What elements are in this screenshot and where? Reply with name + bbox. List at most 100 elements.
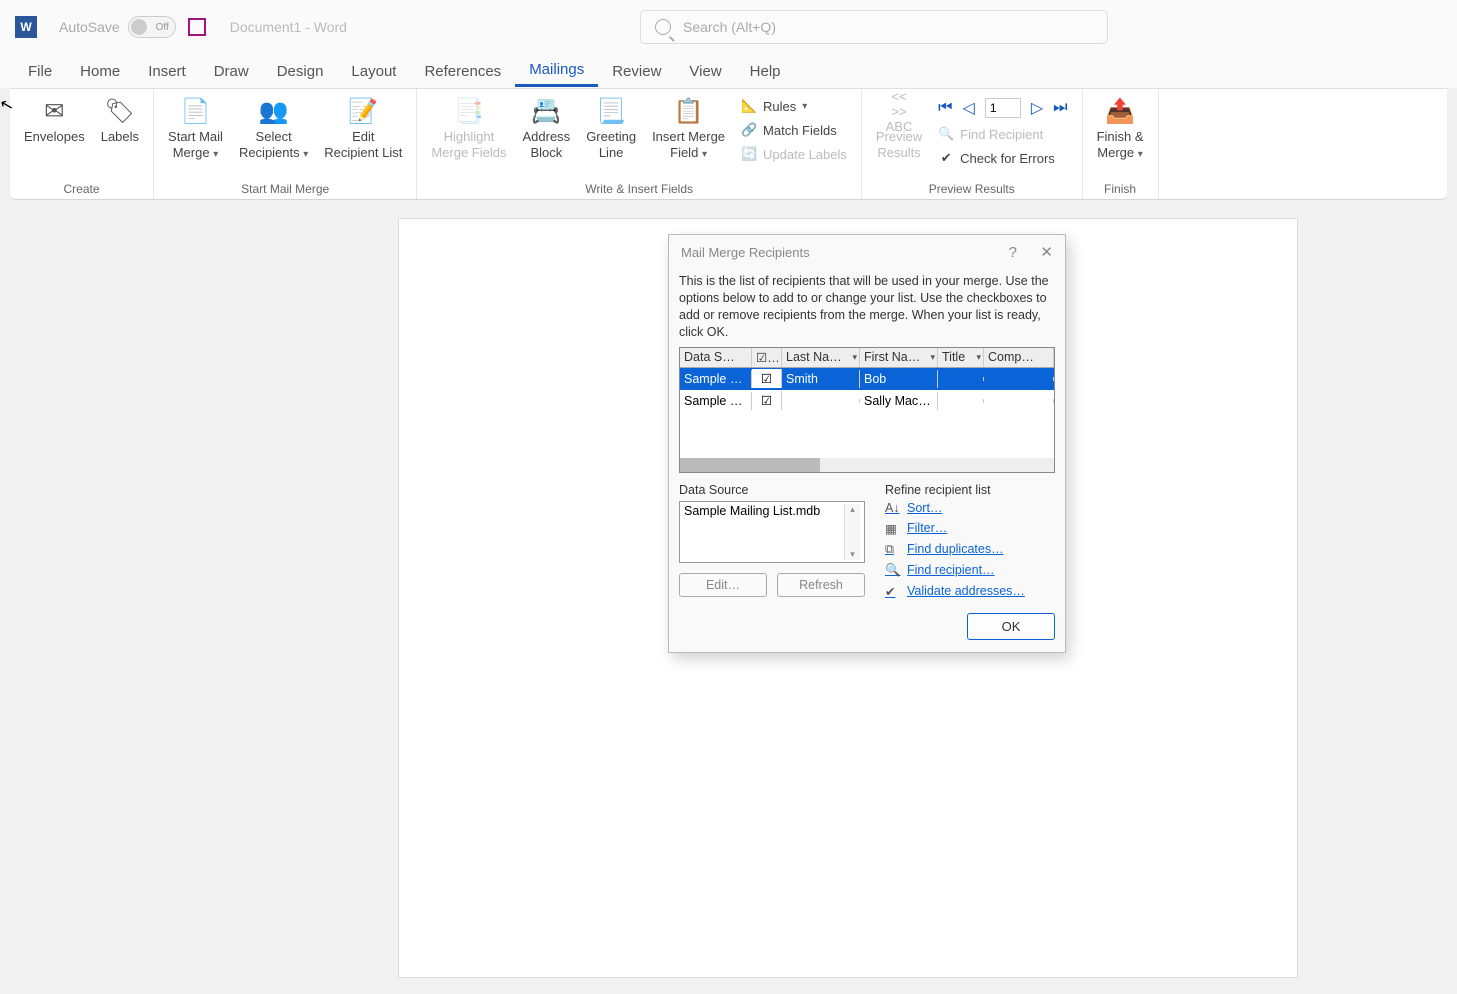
search-placeholder: Search (Alt+Q) — [683, 19, 776, 35]
address-block-button[interactable]: 📇 Address Block — [514, 93, 578, 164]
next-record-icon[interactable]: ▷ — [1031, 98, 1043, 118]
row-checkbox[interactable]: ☑ — [752, 391, 782, 410]
row-checkbox[interactable]: ☑ — [752, 369, 782, 388]
duplicates-icon: ⧉ — [885, 542, 901, 557]
col-last-name[interactable]: Last Name▾ — [782, 348, 860, 367]
data-source-label: Data Source — [679, 483, 865, 497]
chevron-down-icon[interactable]: ▾ — [976, 352, 981, 363]
group-start-mail-merge: 📄 Start Mail Merge ▾ 👥 Select Recipients… — [154, 89, 417, 199]
envelope-icon: ✉ — [38, 95, 70, 127]
dialog-close-icon[interactable]: ✕ — [1040, 243, 1053, 261]
edit-button[interactable]: Edit… — [679, 573, 767, 597]
filter-icon: ▦ — [885, 521, 901, 536]
table-row[interactable]: Sample … ☑ Smith Bob — [680, 368, 1054, 390]
document-title: Document1 - Word — [230, 19, 347, 35]
search-input[interactable]: Search (Alt+Q) — [640, 10, 1108, 44]
autosave-label: AutoSave — [59, 19, 120, 35]
sort-icon: A↓ — [885, 501, 901, 515]
tab-home[interactable]: Home — [66, 57, 134, 86]
update-labels-button[interactable]: 🔄Update Labels — [737, 143, 851, 165]
first-record-icon[interactable]: ⏮ — [938, 99, 952, 117]
record-number-input[interactable] — [985, 98, 1021, 118]
col-checkbox[interactable]: ☑ — [752, 348, 782, 367]
tab-review[interactable]: Review — [598, 57, 675, 86]
tab-draw[interactable]: Draw — [200, 57, 263, 86]
tab-file[interactable]: File — [14, 57, 66, 86]
field-icon: 📋 — [673, 95, 705, 127]
rules-button[interactable]: 📐Rules ▾ — [737, 95, 851, 117]
vertical-scrollbar[interactable]: ▴▾ — [844, 504, 860, 560]
highlight-merge-fields-button[interactable]: 📑 Highlight Merge Fields — [423, 93, 514, 164]
start-mail-merge-button[interactable]: 📄 Start Mail Merge ▾ — [160, 93, 231, 164]
edit-recipient-list-button[interactable]: 📝 Edit Recipient List — [316, 93, 410, 164]
prev-record-icon[interactable]: ◁ — [963, 98, 975, 118]
group-finish: 📤 Finish & Merge ▾ Finish — [1083, 89, 1159, 199]
group-preview-label: Preview Results — [868, 182, 1076, 199]
find-duplicates-link[interactable]: ⧉Find duplicates… — [885, 542, 1055, 557]
filter-link[interactable]: ▦Filter… — [885, 521, 1055, 536]
refresh-button[interactable]: Refresh — [777, 573, 865, 597]
match-icon: 🔗 — [741, 122, 757, 138]
table-header: Data So… ☑ Last Name▾ First Name▾ Title▾… — [680, 348, 1054, 368]
highlight-icon: 📑 — [453, 95, 485, 127]
save-icon[interactable] — [188, 18, 206, 36]
greeting-line-button[interactable]: 📃 Greeting Line — [578, 93, 644, 164]
insert-merge-field-button[interactable]: 📋 Insert Merge Field ▾ — [644, 93, 733, 164]
scroll-down-icon: ▾ — [845, 549, 860, 560]
data-source-item[interactable]: Sample Mailing List.mdb — [684, 504, 820, 518]
abc-icon: << >>ABC — [883, 95, 915, 127]
preview-results-button[interactable]: << >>ABC Preview Results — [868, 93, 930, 164]
data-source-list[interactable]: Sample Mailing List.mdb ▴▾ — [679, 501, 865, 563]
edit-list-icon: 📝 — [347, 95, 379, 127]
labels-icon: 🏷 — [104, 95, 136, 127]
horizontal-scrollbar[interactable] — [680, 458, 1054, 472]
validate-addresses-link[interactable]: ✔Validate addresses… — [885, 584, 1055, 599]
sort-link[interactable]: A↓Sort… — [885, 501, 1055, 515]
tab-mailings[interactable]: Mailings — [515, 55, 598, 87]
autosave-toggle[interactable]: Off — [128, 16, 176, 38]
group-finish-label: Finish — [1089, 182, 1152, 199]
finish-icon: 📤 — [1104, 95, 1136, 127]
table-body: Sample … ☑ Smith Bob Sample … ☑ Sally Ma… — [680, 368, 1054, 458]
search-icon — [655, 19, 671, 35]
find-icon: 🔍 — [885, 563, 901, 578]
last-record-icon[interactable]: ⏭ — [1053, 99, 1067, 117]
update-icon: 🔄 — [741, 146, 757, 162]
group-write-insert: 📑 Highlight Merge Fields 📇 Address Block… — [417, 89, 862, 199]
col-first-name[interactable]: First Name▾ — [860, 348, 938, 367]
group-preview-results: << >>ABC Preview Results ⏮ ◁ ▷ ⏭ 🔍Find R… — [862, 89, 1083, 199]
chevron-down-icon[interactable]: ▾ — [852, 352, 857, 363]
find-recipient-button[interactable]: 🔍Find Recipient — [934, 123, 1071, 145]
check-icon: ✔ — [938, 150, 954, 166]
col-title[interactable]: Title▾ — [938, 348, 984, 367]
tab-help[interactable]: Help — [736, 57, 795, 86]
table-row[interactable]: Sample … ☑ Sally Maca… — [680, 390, 1054, 412]
dialog-help-icon[interactable]: ? — [1009, 244, 1017, 261]
select-recipients-button[interactable]: 👥 Select Recipients ▾ — [231, 93, 316, 164]
validate-icon: ✔ — [885, 584, 901, 599]
greeting-icon: 📃 — [595, 95, 627, 127]
tab-layout[interactable]: Layout — [337, 57, 410, 86]
finish-merge-button[interactable]: 📤 Finish & Merge ▾ — [1089, 93, 1152, 164]
people-icon: 👥 — [258, 95, 290, 127]
group-create-label: Create — [16, 182, 147, 199]
tab-design[interactable]: Design — [263, 57, 338, 86]
chevron-down-icon[interactable]: ▾ — [930, 352, 935, 363]
match-fields-button[interactable]: 🔗Match Fields — [737, 119, 851, 141]
envelopes-button[interactable]: ✉ Envelopes — [16, 93, 93, 147]
col-data-source[interactable]: Data So… — [680, 348, 752, 367]
tab-view[interactable]: View — [675, 57, 735, 86]
check-errors-button[interactable]: ✔Check for Errors — [934, 147, 1071, 169]
document-icon: 📄 — [179, 95, 211, 127]
rules-icon: 📐 — [741, 98, 757, 114]
ribbon: ✉ Envelopes 🏷 Labels Create 📄 Start Mail… — [10, 88, 1447, 200]
group-start-label: Start Mail Merge — [160, 182, 410, 199]
find-recipient-link[interactable]: 🔍Find recipient… — [885, 563, 1055, 578]
tab-references[interactable]: References — [410, 57, 515, 86]
tab-insert[interactable]: Insert — [134, 57, 200, 86]
dialog-titlebar[interactable]: Mail Merge Recipients ? ✕ — [669, 235, 1065, 269]
labels-button[interactable]: 🏷 Labels — [93, 93, 147, 147]
ok-button[interactable]: OK — [967, 613, 1055, 640]
col-company[interactable]: Company N… — [984, 348, 1054, 367]
mail-merge-recipients-dialog: Mail Merge Recipients ? ✕ This is the li… — [668, 234, 1066, 653]
